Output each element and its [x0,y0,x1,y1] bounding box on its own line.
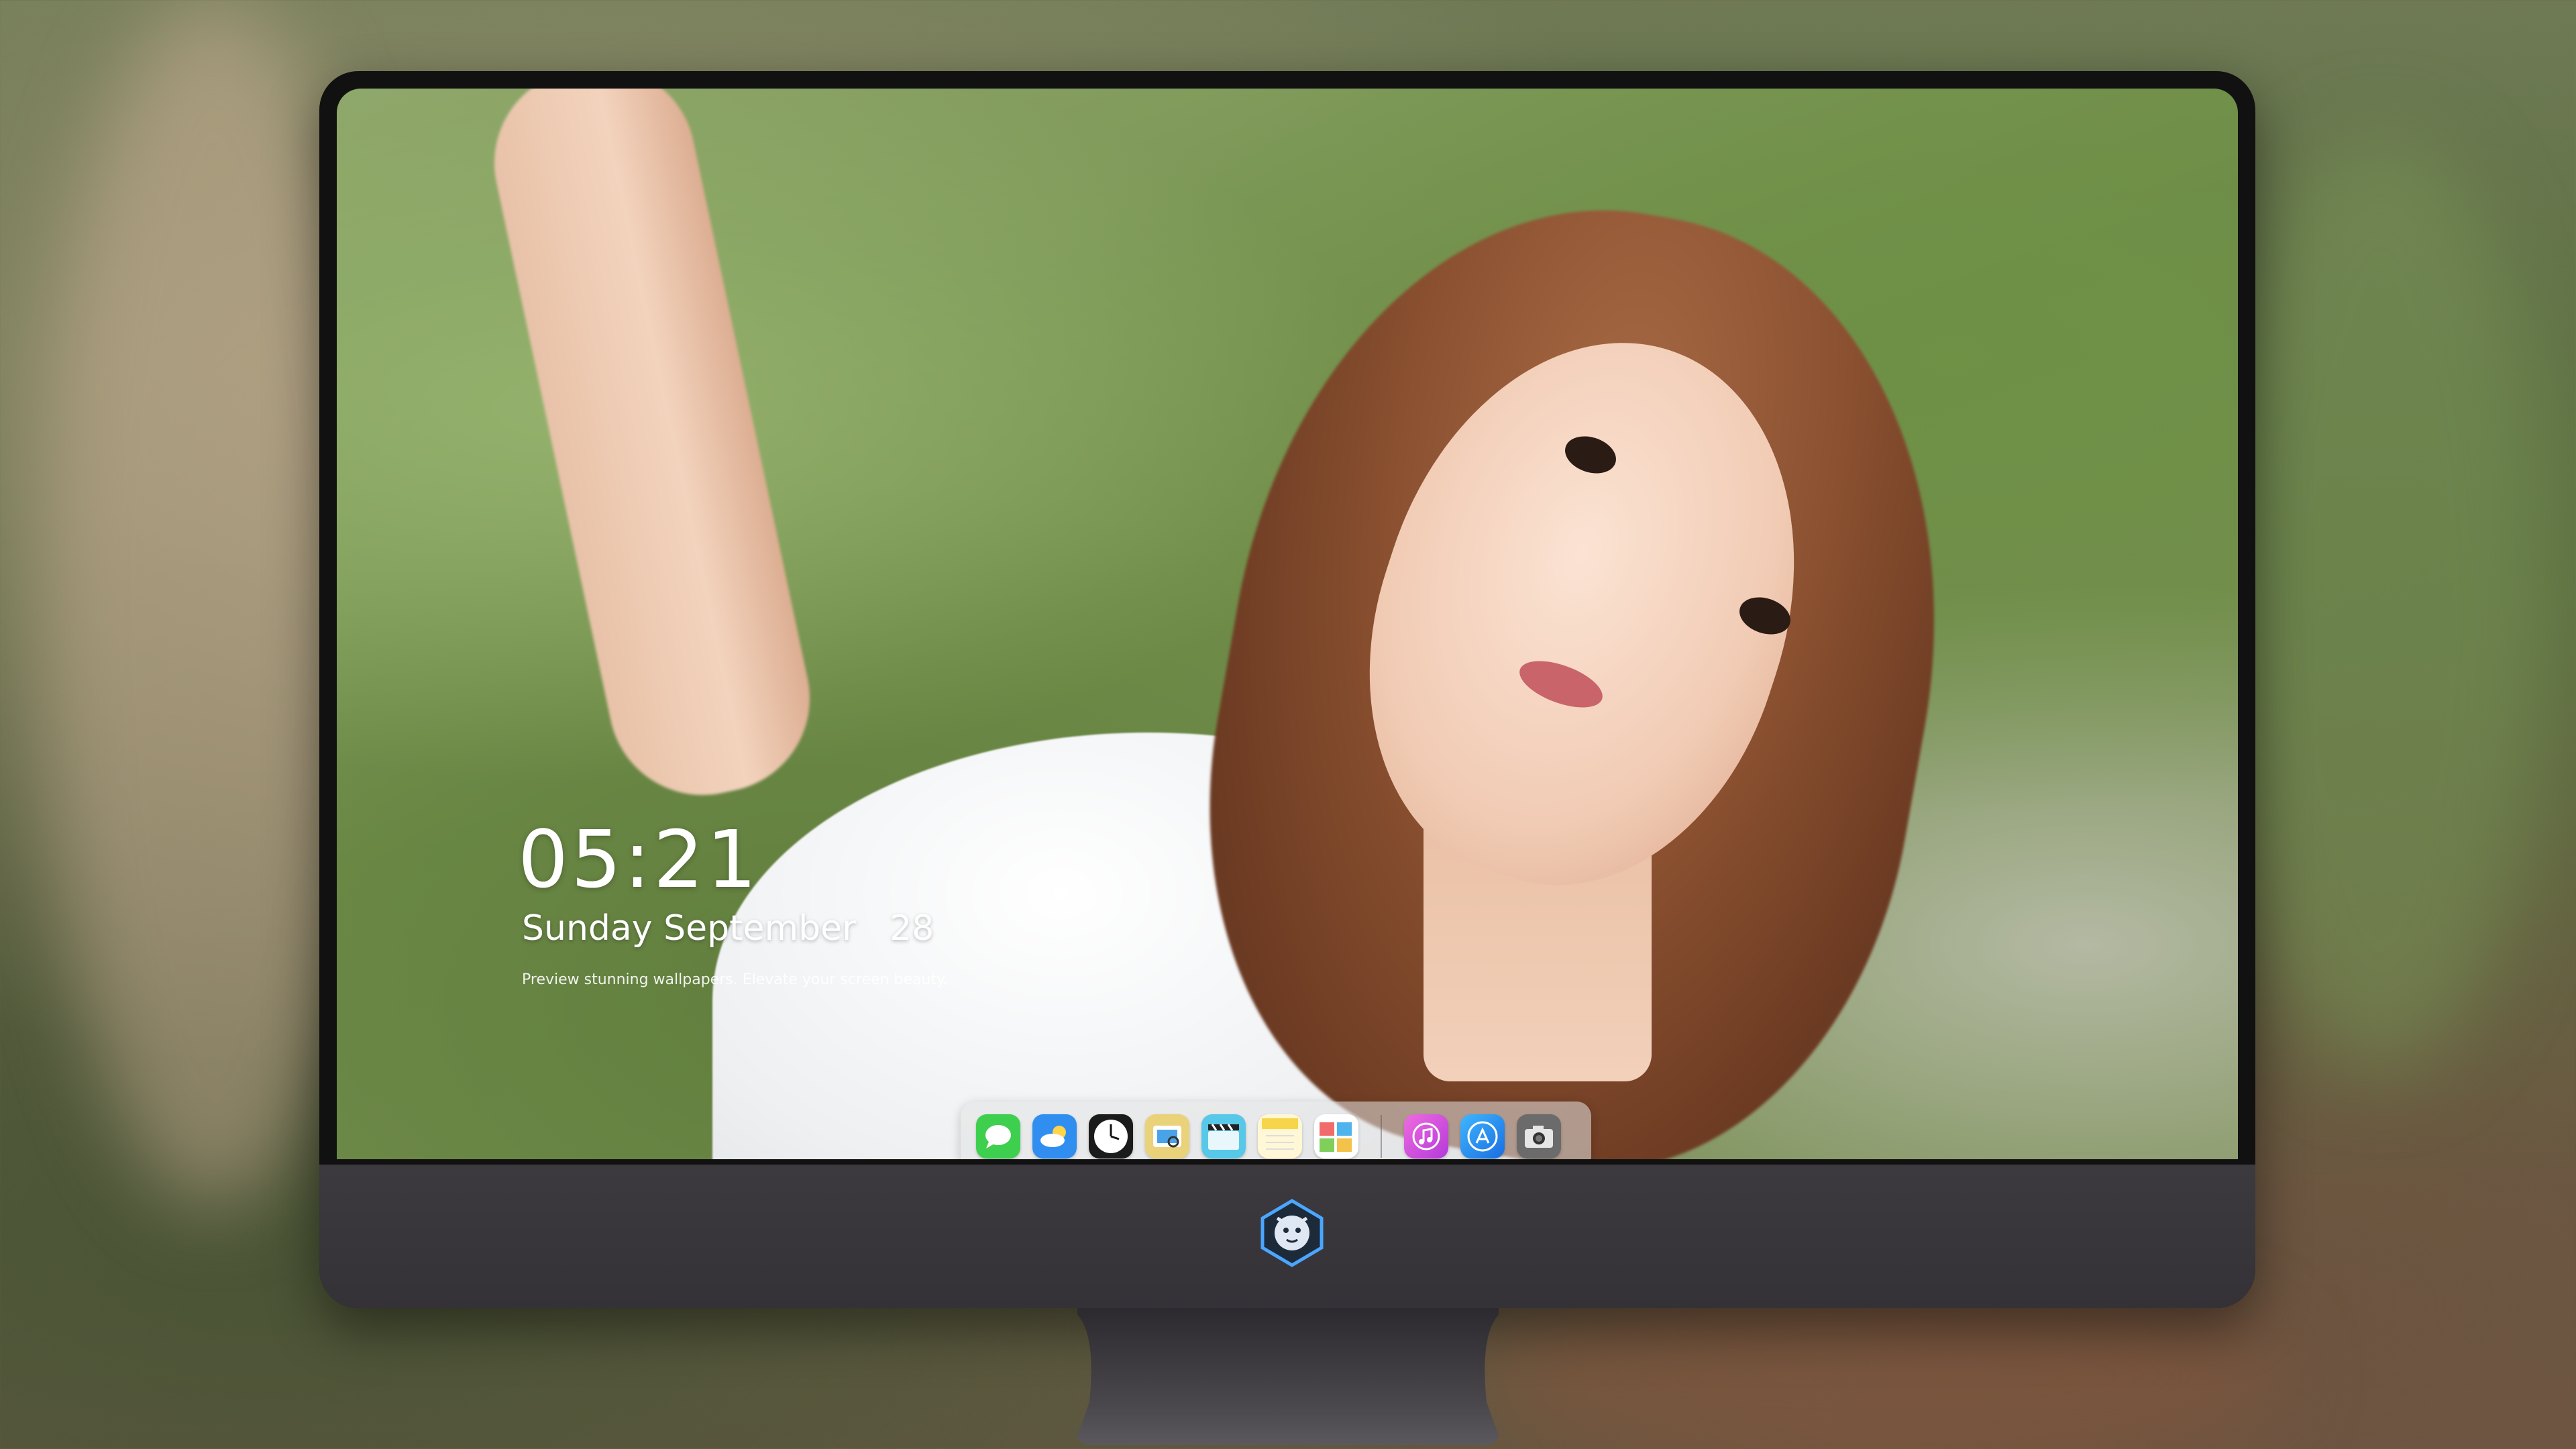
backdrop-blur-shape [2214,134,2549,1073]
lock-date: Sunday September 28 [522,908,934,949]
lock-tagline: Preview stunning wallpapers. Elevate you… [522,971,948,988]
dock-app-clock[interactable] [1089,1114,1133,1159]
dock-app-photos[interactable] [1314,1114,1358,1159]
app-store-icon [1467,1121,1498,1152]
dock-separator [1381,1115,1382,1158]
weather-icon [1040,1126,1066,1147]
notes-icon [1262,1118,1298,1150]
music-icon [1412,1122,1440,1150]
clapperboard-icon [1208,1124,1239,1150]
wallpaper-arm [476,89,828,813]
dock-app-music[interactable] [1404,1114,1448,1159]
camera-icon [1525,1126,1553,1148]
photos-icon [1320,1122,1352,1152]
monitor-chin [319,1165,2255,1308]
dock-app-preview[interactable] [1145,1114,1189,1159]
preview-icon [1153,1126,1181,1148]
dock-app-weather[interactable] [1032,1114,1077,1159]
messages-icon [985,1125,1011,1148]
dock-app-camera[interactable] [1517,1114,1561,1159]
monitor-stand [1077,1308,1499,1445]
dock-app-notes[interactable] [1258,1114,1302,1159]
clock-icon [1094,1120,1128,1153]
lock-time: 05:21 [518,813,760,906]
dock-app-app-store[interactable] [1460,1114,1505,1159]
monitor: 05:21 Sunday September 28 Preview stunni… [319,71,2255,1308]
dock-app-videos[interactable] [1201,1114,1246,1159]
mascot-logo-icon [1260,1199,1324,1267]
lock-screen[interactable]: 05:21 Sunday September 28 Preview stunni… [337,89,2238,1159]
dock [961,1102,1591,1159]
dock-app-messages[interactable] [976,1114,1020,1159]
